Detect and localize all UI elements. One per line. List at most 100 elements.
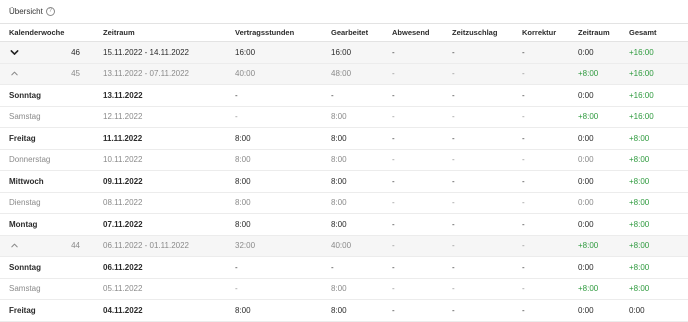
- cell-period: 04.11.2022: [93, 299, 226, 322]
- day-row: Donnerstag 10.11.2022 8:00 8:00- - -0:00 +8:00: [0, 149, 688, 171]
- col-header-vertragsstunden[interactable]: Vertragsstunden: [226, 24, 322, 42]
- cell-weekday: Freitag: [0, 299, 93, 322]
- cell-contract-hours: 8:00: [226, 299, 322, 322]
- cell-period: 13.11.2022 - 07.11.2022: [93, 63, 226, 85]
- cell-calendar-week: 44: [0, 235, 93, 257]
- cell-correction: -: [513, 84, 569, 107]
- overview-header: Übersicht ?: [0, 0, 688, 24]
- cell-range-balance: 0:00: [569, 84, 620, 107]
- cell-worked: 8:00: [322, 299, 383, 322]
- cell-worked: -: [322, 256, 383, 279]
- cell-worked: 8:00: [322, 127, 383, 150]
- col-header-gearbeitet[interactable]: Gearbeitet: [322, 24, 383, 42]
- cell-contract-hours: -: [226, 106, 322, 128]
- cell-period: 09.11.2022: [93, 170, 226, 193]
- cell-total: +8:00: [620, 149, 688, 171]
- col-header-zeitzuschlag[interactable]: Zeitzuschlag: [443, 24, 513, 42]
- cell-correction: -: [513, 235, 569, 257]
- cell-total: +8:00: [620, 127, 688, 150]
- chevron-up-icon[interactable]: [9, 241, 19, 251]
- cell-range-balance: 0:00: [569, 213, 620, 236]
- table-header-row: Kalenderwoche Zeitraum Vertragsstunden G…: [0, 24, 688, 42]
- day-row: Freitag 11.11.2022 8:00 8:00- - -0:00 +8:00: [0, 127, 688, 150]
- cell-range-balance: +8:00: [569, 106, 620, 128]
- cell-weekday: Dienstag: [0, 192, 93, 214]
- cell-contract-hours: 8:00: [226, 127, 322, 150]
- cell-weekday: Mittwoch: [0, 170, 93, 193]
- cell-absent: -: [383, 235, 443, 257]
- cell-range-balance: +8:00: [569, 63, 620, 85]
- chevron-up-icon[interactable]: [9, 69, 19, 79]
- week-number: 45: [71, 69, 80, 79]
- cell-correction: -: [513, 106, 569, 128]
- cell-period: 08.11.2022: [93, 192, 226, 214]
- cell-absent: -: [383, 84, 443, 107]
- cell-absent: -: [383, 127, 443, 150]
- cell-calendar-week: 46: [0, 41, 93, 64]
- cell-surcharge: -: [443, 41, 513, 64]
- cell-correction: -: [513, 192, 569, 214]
- cell-range-balance: 0:00: [569, 149, 620, 171]
- cell-worked: 8:00: [322, 213, 383, 236]
- week-number: 46: [71, 47, 80, 57]
- cell-absent: -: [383, 170, 443, 193]
- col-header-kalenderwoche[interactable]: Kalenderwoche: [0, 24, 93, 42]
- cell-worked: 40:00: [322, 235, 383, 257]
- cell-total: +16:00: [620, 41, 688, 64]
- day-row: Sonntag 13.11.2022- - - - -0:00 +16:00: [0, 84, 688, 107]
- cell-contract-hours: 8:00: [226, 170, 322, 193]
- week-row[interactable]: 44 06.11.2022 - 01.11.2022 32:00 40:00- - - +8…: [0, 235, 688, 257]
- cell-contract-hours: 16:00: [226, 41, 322, 64]
- cell-surcharge: -: [443, 149, 513, 171]
- cell-correction: -: [513, 170, 569, 193]
- cell-surcharge: -: [443, 106, 513, 128]
- week-row[interactable]: 46 15.11.2022 - 14.11.2022 16:00 16:00- - -0:…: [0, 41, 688, 64]
- cell-weekday: Samstag: [0, 106, 93, 128]
- cell-absent: -: [383, 63, 443, 85]
- cell-period: 11.11.2022: [93, 127, 226, 150]
- cell-contract-hours: -: [226, 278, 322, 300]
- cell-range-balance: 0:00: [569, 41, 620, 64]
- timesheet-table: Kalenderwoche Zeitraum Vertragsstunden G…: [0, 24, 688, 322]
- cell-range-balance: +8:00: [569, 278, 620, 300]
- cell-surcharge: -: [443, 170, 513, 193]
- cell-total: +16:00: [620, 84, 688, 107]
- cell-surcharge: -: [443, 84, 513, 107]
- cell-absent: -: [383, 213, 443, 236]
- col-header-zeitraum[interactable]: Zeitraum: [93, 24, 226, 42]
- day-row: Sonntag 06.11.2022- - - - -0:00 +8:00: [0, 256, 688, 279]
- cell-range-balance: 0:00: [569, 256, 620, 279]
- day-row: Mittwoch 09.11.2022 8:00 8:00- - -0:00 +8:00: [0, 170, 688, 193]
- chevron-down-icon[interactable]: [9, 47, 19, 57]
- cell-total: +16:00: [620, 63, 688, 85]
- cell-weekday: Donnerstag: [0, 149, 93, 171]
- col-header-korrektur[interactable]: Korrektur: [513, 24, 569, 42]
- cell-period: 12.11.2022: [93, 106, 226, 128]
- cell-correction: -: [513, 299, 569, 322]
- col-header-zeitraum-saldo[interactable]: Zeitraum: [569, 24, 620, 42]
- table-body: 46 15.11.2022 - 14.11.2022 16:00 16:00- - -0:…: [0, 41, 688, 322]
- week-row[interactable]: 45 13.11.2022 - 07.11.2022 40:00 48:00- - - +8…: [0, 63, 688, 85]
- cell-correction: -: [513, 278, 569, 300]
- cell-total: +8:00: [620, 213, 688, 236]
- cell-range-balance: 0:00: [569, 170, 620, 193]
- info-icon[interactable]: ?: [45, 7, 55, 16]
- cell-worked: 8:00: [322, 106, 383, 128]
- col-header-abwesend[interactable]: Abwesend: [383, 24, 443, 42]
- cell-contract-hours: 8:00: [226, 149, 322, 171]
- cell-absent: -: [383, 192, 443, 214]
- day-row: Samstag 12.11.2022-8:00- - - +8:00 +16:00: [0, 106, 688, 128]
- cell-weekday: Samstag: [0, 278, 93, 300]
- cell-surcharge: -: [443, 127, 513, 150]
- day-row: Dienstag 08.11.2022 8:00 8:00- - -0:00 +8:00: [0, 192, 688, 214]
- cell-absent: -: [383, 278, 443, 300]
- page-title: Übersicht: [9, 7, 43, 16]
- col-header-gesamt[interactable]: Gesamt: [620, 24, 688, 42]
- cell-period: 06.11.2022 - 01.11.2022: [93, 235, 226, 257]
- day-row: Freitag 04.11.2022 8:00 8:00- - -0:00 0:00: [0, 299, 688, 322]
- cell-worked: 8:00: [322, 170, 383, 193]
- cell-range-balance: 0:00: [569, 127, 620, 150]
- cell-correction: -: [513, 213, 569, 236]
- day-row: Samstag 05.11.2022-8:00- - - +8:00 +8:00: [0, 278, 688, 300]
- cell-period: 06.11.2022: [93, 256, 226, 279]
